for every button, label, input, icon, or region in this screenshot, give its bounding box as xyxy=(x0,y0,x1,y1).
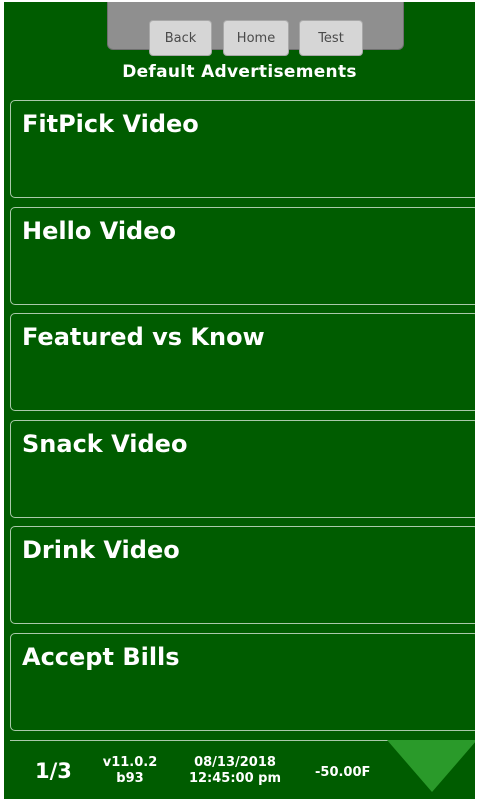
page-counter: 1/3 xyxy=(35,759,72,783)
list-item-drink-video[interactable]: Drink Video xyxy=(10,526,475,624)
datetime-info: 08/13/2018 12:45:00 pm xyxy=(176,755,294,787)
version-number: v11.0.2 xyxy=(102,755,158,770)
page-title: Default Advertisements xyxy=(122,62,357,82)
list-item-label: Accept Bills xyxy=(22,643,180,671)
screen: Back Home Test Default Advertisements Fi… xyxy=(4,2,475,799)
list-item-snack-video[interactable]: Snack Video xyxy=(10,420,475,518)
build-number: b93 xyxy=(116,771,144,786)
test-button[interactable]: Test xyxy=(299,20,363,56)
status-footer: 1/3 v11.0.2 b93 08/13/2018 12:45:00 pm -… xyxy=(4,740,475,799)
time-display: 12:45:00 pm xyxy=(188,771,282,786)
list-item-label: Featured vs Know xyxy=(22,323,265,351)
back-button[interactable]: Back xyxy=(149,20,212,56)
temperature-display: -50.00F xyxy=(315,765,371,780)
list-item-accept-bills[interactable]: Accept Bills xyxy=(10,633,475,731)
list-item-fitpick-video[interactable]: FitPick Video xyxy=(10,100,475,198)
list-item-label: Hello Video xyxy=(22,217,176,245)
version-info: v11.0.2 b93 xyxy=(96,755,164,787)
list-item-hello-video[interactable]: Hello Video xyxy=(10,207,475,305)
list-item-label: FitPick Video xyxy=(22,110,199,138)
home-button[interactable]: Home xyxy=(223,20,289,56)
list-item-featured-vs-know[interactable]: Featured vs Know xyxy=(10,313,475,411)
list-item-label: Snack Video xyxy=(22,430,188,458)
date-display: 08/13/2018 xyxy=(194,755,276,770)
list-item-label: Drink Video xyxy=(22,536,180,564)
triangle-down-icon[interactable] xyxy=(387,740,475,792)
